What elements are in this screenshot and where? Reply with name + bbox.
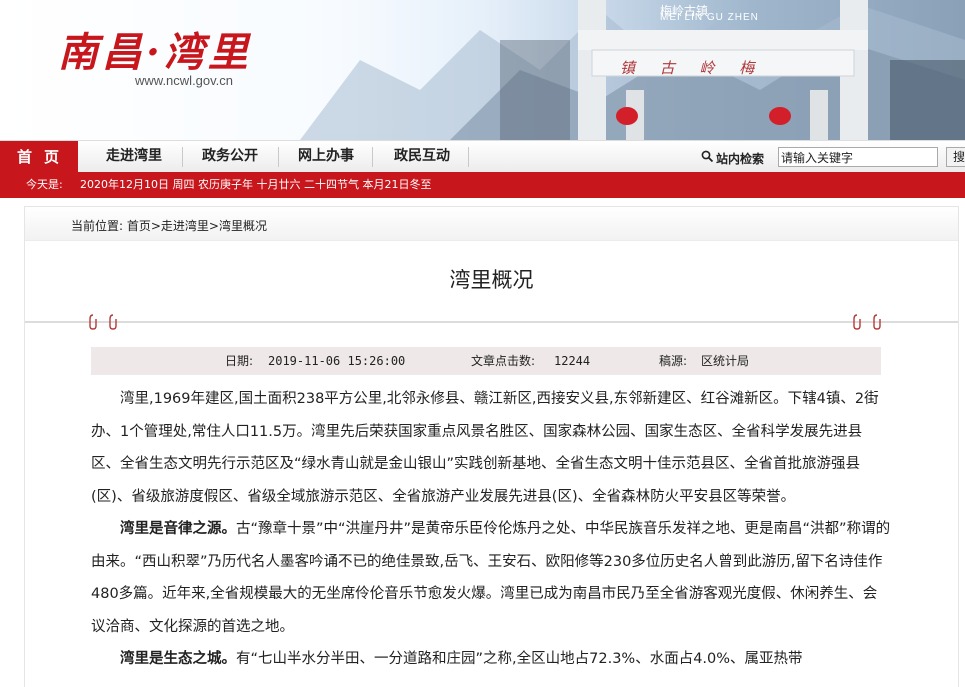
paper-clip-icon	[873, 314, 881, 330]
article-paragraph: 湾里是音律之源。古“豫章十景”中“洪崖丹井”是黄帝乐臣伶伦炼丹之处、中华民族音乐…	[91, 513, 891, 643]
search-icon	[701, 150, 714, 163]
paragraph-lead: 湾里是生态之城。	[120, 651, 236, 667]
nav-separator	[372, 147, 373, 167]
click-count: 12244	[554, 354, 591, 368]
site-logo-title[interactable]: 南昌·湾里	[58, 20, 252, 78]
article-paragraph: 湾里,1969年建区,国土面积238平方公里,北邻永修县、赣江新区,西接安义县,…	[91, 383, 891, 513]
paragraph-lead: 湾里是音律之源。	[120, 521, 236, 537]
today-label: 今天是:	[26, 178, 63, 191]
search-input[interactable]	[778, 147, 938, 167]
search-label: 站内检索	[716, 152, 765, 166]
nav-item-about-wanli[interactable]: 走进湾里	[88, 141, 180, 173]
today-date: 2020年12月10日 周四 农历庚子年 十月廿六 二十四节气 本月21日冬至	[80, 178, 432, 191]
nav-separator	[278, 147, 279, 167]
breadcrumb[interactable]: 当前位置: 首页>走进湾里>湾里概况	[71, 217, 267, 234]
nav-separator	[182, 147, 183, 167]
site-url: www.ncwl.gov.cn	[135, 73, 234, 88]
date-bar: 今天是: 2020年12月10日 周四 农历庚子年 十月廿六 二十四节气 本月2…	[0, 172, 965, 198]
paragraph-text: 古“豫章十景”中“洪崖丹井”是黄帝乐臣伶伦炼丹之处、中华民族音乐发祥之地、更是南…	[91, 521, 891, 635]
paper-clip-icon	[89, 314, 97, 330]
article-body: 湾里,1969年建区,国土面积238平方公里,北邻永修县、赣江新区,西接安义县,…	[91, 383, 891, 676]
paper-clip-icon	[109, 314, 117, 330]
article-paragraph: 湾里是生态之城。有“七山半水分半田、一分道路和庄园”之称,全区山地占72.3%、…	[91, 643, 891, 676]
date-label: 日期:	[225, 354, 254, 368]
source-label: 稿源:	[659, 354, 688, 368]
nav-separator	[468, 147, 469, 167]
publish-date: 2019-11-06 15:26:00	[268, 354, 406, 368]
main-navigation: 首页 走进湾里 政务公开 网上办事 政民互动 站内检索 搜	[0, 140, 965, 173]
nav-item-public-interaction[interactable]: 政民互动	[376, 141, 468, 173]
title-divider	[25, 321, 958, 323]
arch-inscription: 镇 古 岭 梅	[620, 59, 765, 77]
article-container: 当前位置: 首页>走进湾里>湾里概况 湾里概况 日期: 2019-11-06 1…	[24, 206, 959, 687]
nav-item-government-affairs[interactable]: 政务公开	[184, 141, 276, 173]
page-title: 湾里概况	[449, 268, 534, 292]
banner-tag-en: MEI LIN GU ZHEN	[660, 12, 759, 23]
article-source: 区统计局	[701, 354, 750, 368]
nav-item-online-services[interactable]: 网上办事	[280, 141, 372, 173]
clicks-label: 文章点击数:	[471, 354, 536, 368]
paragraph-text: 有“七山半水分半田、一分道路和庄园”之称,全区山地占72.3%、水面占4.0%、…	[236, 651, 803, 667]
paper-clip-icon	[853, 314, 861, 330]
search-button[interactable]: 搜	[946, 147, 965, 167]
nav-item-home[interactable]: 首页	[0, 141, 78, 173]
breadcrumb-bar: 当前位置: 首页>走进湾里>湾里概况	[25, 207, 958, 241]
paragraph-text: 湾里,1969年建区,国土面积238平方公里,北邻永修县、赣江新区,西接安义县,…	[91, 391, 879, 505]
article-meta-bar: 日期: 2019-11-06 15:26:00 文章点击数: 12244 稿源:…	[91, 347, 881, 375]
site-header: 南昌·湾里 www.ncwl.gov.cn 梅岭古镇 MEI LIN GU ZH…	[0, 0, 965, 140]
